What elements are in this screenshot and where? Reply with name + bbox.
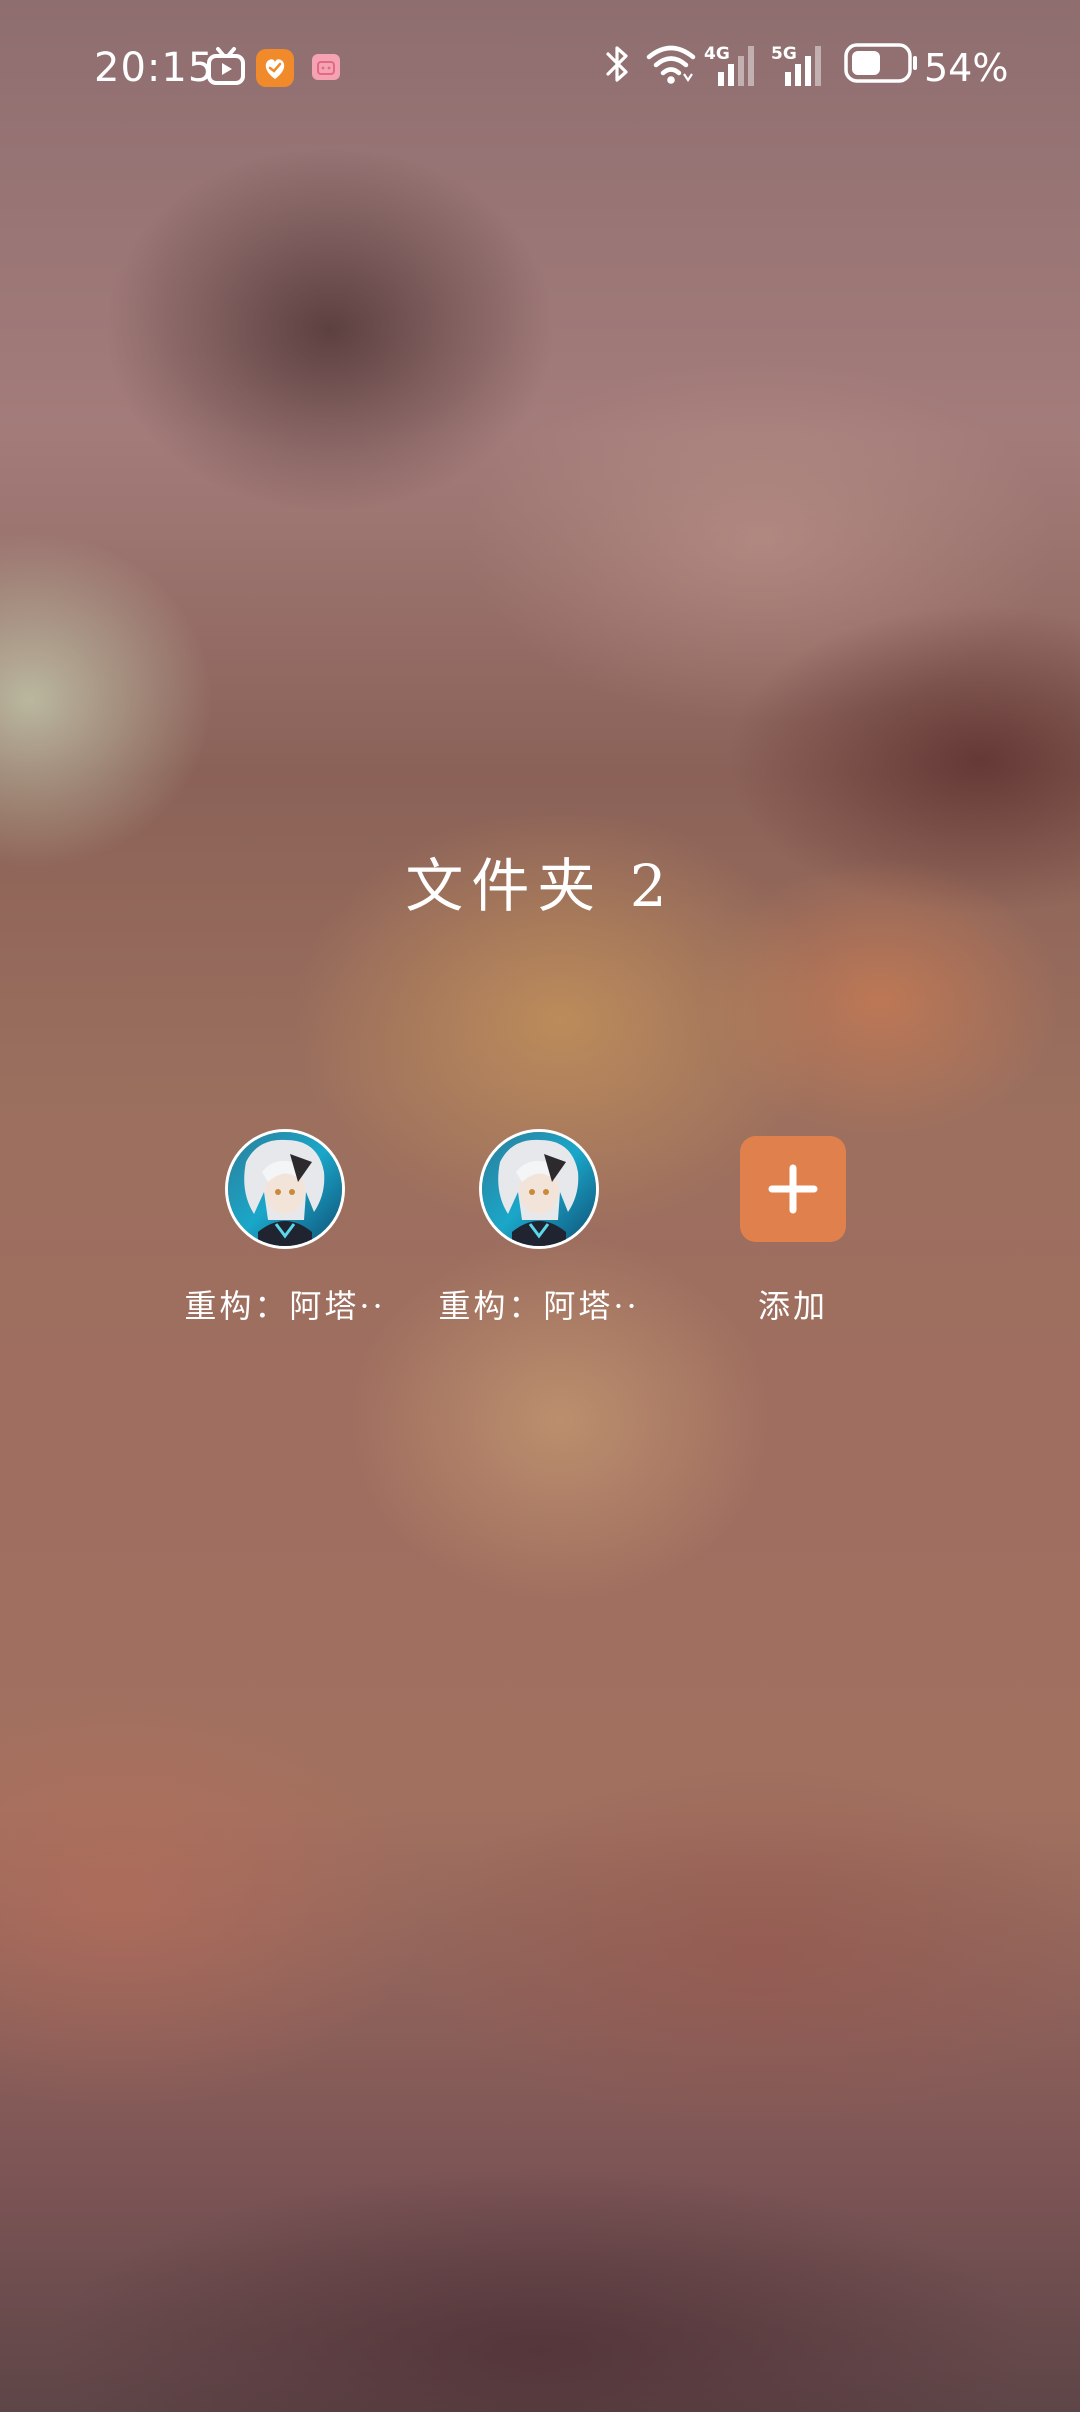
- game-avatar-icon[interactable]: [482, 1132, 596, 1246]
- signal-4g-icon: 4G: [704, 44, 754, 86]
- bilibili-icon: [312, 54, 340, 80]
- wifi-icon: [646, 45, 696, 84]
- signal-5g-icon: 5G: [771, 44, 821, 86]
- app-shortcut[interactable]: 重构：阿塔··: [414, 1132, 664, 1352]
- game-avatar-icon[interactable]: [228, 1132, 342, 1246]
- svg-text:5G: 5G: [771, 44, 797, 64]
- heart-app-icon: [256, 49, 294, 87]
- app-label: 重构：阿塔··: [184, 1287, 386, 1325]
- status-time: 20:15: [94, 45, 215, 91]
- folder-title[interactable]: 文件夹 2: [0, 846, 1080, 926]
- bluetooth-icon: [606, 46, 628, 82]
- svg-text:4G: 4G: [704, 44, 730, 64]
- add-app-button[interactable]: 添加: [668, 1132, 918, 1352]
- add-label: 添加: [757, 1287, 828, 1325]
- battery-icon: [844, 43, 917, 83]
- status-bar: 20:15 4G 5G 54%: [0, 0, 1080, 132]
- battery-percentage: 54%: [924, 46, 1009, 90]
- app-label: 重构：阿塔··: [438, 1287, 640, 1325]
- plus-icon[interactable]: [740, 1136, 846, 1242]
- app-shortcut[interactable]: 重构：阿塔··: [160, 1132, 410, 1352]
- tv-icon: [207, 47, 245, 85]
- home-screen-folder-view: 20:15 4G 5G 54% 文件夹 2 重构：阿塔·· 重构：阿塔·· 添加: [0, 0, 1080, 2412]
